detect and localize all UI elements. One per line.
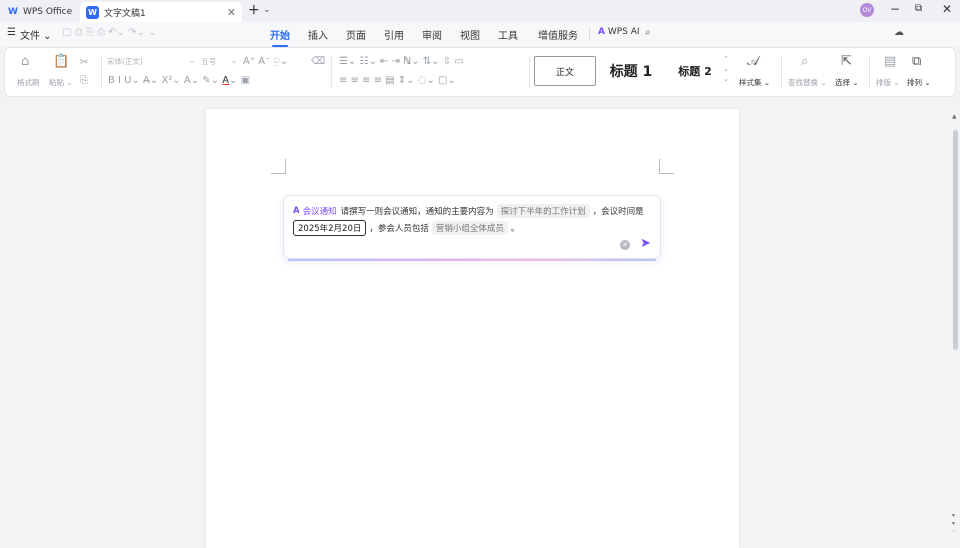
select-text: 选择 xyxy=(835,78,850,87)
style-heading-1[interactable]: 标题 1 xyxy=(601,56,661,86)
wps-ai-logo-icon: A xyxy=(293,206,300,216)
writer-doc-icon: W xyxy=(86,5,99,19)
copy-icon[interactable]: ⎘ xyxy=(80,75,88,87)
layout-label[interactable]: 排版 ⌄ xyxy=(876,77,900,88)
arrange-icon[interactable]: ⧉ xyxy=(912,55,921,68)
chevron-down-icon: ⌄ xyxy=(230,56,237,65)
tab-wps-office[interactable]: W WPS Office xyxy=(2,2,78,22)
find-replace-icon[interactable]: ⌕ xyxy=(801,55,808,68)
margin-marker-left xyxy=(271,159,286,174)
menu-icon[interactable]: ☰ xyxy=(7,27,16,38)
menu-value-added[interactable]: 增值服务 xyxy=(538,27,578,42)
margin-marker-right xyxy=(659,159,674,174)
quick-access-toolbar[interactable]: ▢ ⎙ ⎘ ⎙ ↶⌄ ↷⌄ ⌄ xyxy=(62,27,156,38)
scroll-up-icon[interactable]: ▲ xyxy=(952,113,957,120)
tab-document[interactable]: W 文字文稿1 ✕ xyxy=(80,2,242,22)
font-name-select[interactable]: 宋体(正文) ⌄ xyxy=(107,56,195,69)
close-tab-icon[interactable]: ✕ xyxy=(227,6,236,19)
font-grow-shrink-icons[interactable]: A⁺ A⁻ ⍜⌄ xyxy=(243,56,288,68)
ai-slot-date[interactable]: 2025年2月20日 xyxy=(293,220,367,236)
menu-insert[interactable]: 插入 xyxy=(308,27,328,42)
paste-icon[interactable]: 📋 xyxy=(53,55,69,68)
find-replace-text: 查找替换 xyxy=(788,78,818,87)
tab-label: 文字文稿1 xyxy=(104,8,146,19)
ribbon-divider xyxy=(869,56,870,88)
style-set-icon[interactable]: 𝒜 xyxy=(747,55,759,68)
avatar[interactable]: OV xyxy=(860,3,874,17)
menu-page[interactable]: 页面 xyxy=(346,27,366,42)
style-heading-2[interactable]: 标题 2 xyxy=(667,56,723,86)
vertical-scrollbar[interactable] xyxy=(953,130,958,350)
style-set-text: 样式集 xyxy=(739,78,762,87)
menu-tools[interactable]: 工具 xyxy=(498,27,518,42)
format-painter-icon[interactable]: ⌂ xyxy=(21,55,29,68)
find-replace-label[interactable]: 查找替换 ⌄ xyxy=(788,77,827,88)
wps-logo-icon: W xyxy=(8,7,18,17)
ribbon-divider xyxy=(331,56,332,88)
arrange-text: 排列 xyxy=(907,78,922,87)
ai-prompt-text: ，参会人员包括 xyxy=(369,224,429,234)
wps-ai-logo-icon: A xyxy=(598,27,605,37)
cloud-sync-icon[interactable]: ☁ xyxy=(894,27,904,38)
ribbon-divider xyxy=(781,56,782,88)
menu-file[interactable]: 文件 ⌄ xyxy=(20,27,52,42)
layout-text: 排版 xyxy=(876,78,891,87)
paste-label[interactable]: 粘贴 ⌄ xyxy=(49,77,73,88)
clear-format-icon[interactable]: ⌫ xyxy=(311,56,325,68)
wps-ai-label: WPS AI xyxy=(607,27,640,37)
menu-file-label: 文件 xyxy=(20,31,40,42)
list-indent-icons[interactable]: ☰⌄ ☷⌄ ⇤ ⇥ ℕ⌄ ⇅⌄ ⇳ ▭ xyxy=(339,56,464,68)
ai-slot-attendees[interactable]: 营销小组全体成员 xyxy=(431,221,508,235)
ai-prompt-box[interactable]: A 会议通知 请撰写一则会议通知，通知的主要内容为 探讨下半年的工作计划 ，会议… xyxy=(283,195,661,259)
style-normal[interactable]: 正文 xyxy=(534,56,596,86)
new-tab-icon[interactable]: + xyxy=(248,2,260,18)
font-size-select[interactable]: 五号 ⌄ xyxy=(201,56,237,69)
menu-home[interactable]: 开始 xyxy=(270,27,290,47)
close-window-icon[interactable]: ✕ xyxy=(942,2,952,16)
ai-prompt-text: 。 xyxy=(510,224,520,234)
font-style-icons[interactable]: B I U⌄ A̶⌄ X²⌄ A⌄ ✎⌄ A⌄ ▣ xyxy=(108,75,250,87)
font-size-value: 五号 xyxy=(201,57,216,66)
ribbon-toolbar: ⌂ 格式刷 📋 粘贴 ⌄ ✂ ⎘ 宋体(正文) ⌄ 五号 ⌄ A⁺ A⁻ ⍜⌄ ⌫ … xyxy=(4,47,956,97)
layout-icon[interactable]: ▤ xyxy=(884,55,896,68)
ai-prompt-text: ，会议时间是 xyxy=(592,207,644,217)
chevron-down-icon: ⌄ xyxy=(188,56,195,65)
minimize-icon[interactable]: − xyxy=(890,2,900,16)
paste-text: 粘贴 xyxy=(49,78,64,87)
font-name-value: 宋体(正文) xyxy=(107,57,143,66)
clear-input-icon[interactable]: ✕ xyxy=(620,240,630,250)
menu-references[interactable]: 引用 xyxy=(384,27,404,42)
menu-wps-ai[interactable]: A WPS AI xyxy=(598,27,640,37)
ai-prompt-text: 请撰写一则会议通知，通知的主要内容为 xyxy=(340,207,494,217)
restore-icon[interactable]: ⧉ xyxy=(915,3,922,14)
search-icon[interactable]: ⌕ xyxy=(645,27,651,38)
select-cursor-icon[interactable]: ⇱ xyxy=(841,55,852,68)
send-icon[interactable]: ➤ xyxy=(640,236,651,251)
styles-scroll-icon[interactable]: ⌃ ⌄ ⌄ xyxy=(723,54,729,84)
tab-label: WPS Office xyxy=(22,7,73,17)
menu-review[interactable]: 审阅 xyxy=(422,27,442,42)
menu-divider xyxy=(589,27,590,40)
ribbon-divider xyxy=(101,56,102,88)
menu-view[interactable]: 视图 xyxy=(460,27,480,42)
arrange-label[interactable]: 排列 ⌄ xyxy=(907,77,931,88)
alignment-icons[interactable]: ≡ ≡ ≡ ≡ ▤ ⇕⌄ ◌⌄ ▢⌄ xyxy=(339,75,456,87)
ai-prompt-line-2: 2025年2月20日 ，参会人员包括 营销小组全体成员 。 xyxy=(293,220,519,236)
tab-list-chevron-icon[interactable]: ⌄ xyxy=(263,5,271,15)
cut-icon[interactable]: ✂ xyxy=(80,57,88,69)
document-page[interactable] xyxy=(206,109,739,548)
ai-template-tag[interactable]: 会议通知 xyxy=(303,205,337,217)
ai-slot-topic[interactable]: 探讨下半年的工作计划 xyxy=(496,204,590,218)
scroll-page-icons[interactable]: ▾ ▾ ◦ xyxy=(952,512,956,536)
format-painter-label[interactable]: 格式刷 xyxy=(17,77,40,88)
menu-bar: ☰ 文件 ⌄ ▢ ⎙ ⎘ ⎙ ↶⌄ ↷⌄ ⌄ 开始 插入 页面 引用 审阅 视图… xyxy=(0,22,960,63)
ribbon-divider xyxy=(529,56,530,88)
style-set-label[interactable]: 样式集 ⌄ xyxy=(739,77,770,88)
select-label[interactable]: 选择 ⌄ xyxy=(835,77,859,88)
ai-prompt-line-1: A 会议通知 请撰写一则会议通知，通知的主要内容为 探讨下半年的工作计划 ，会议… xyxy=(293,204,644,218)
tab-bar: W WPS Office W 文字文稿1 ✕ + ⌄ OV − ⧉ ✕ xyxy=(0,0,960,22)
